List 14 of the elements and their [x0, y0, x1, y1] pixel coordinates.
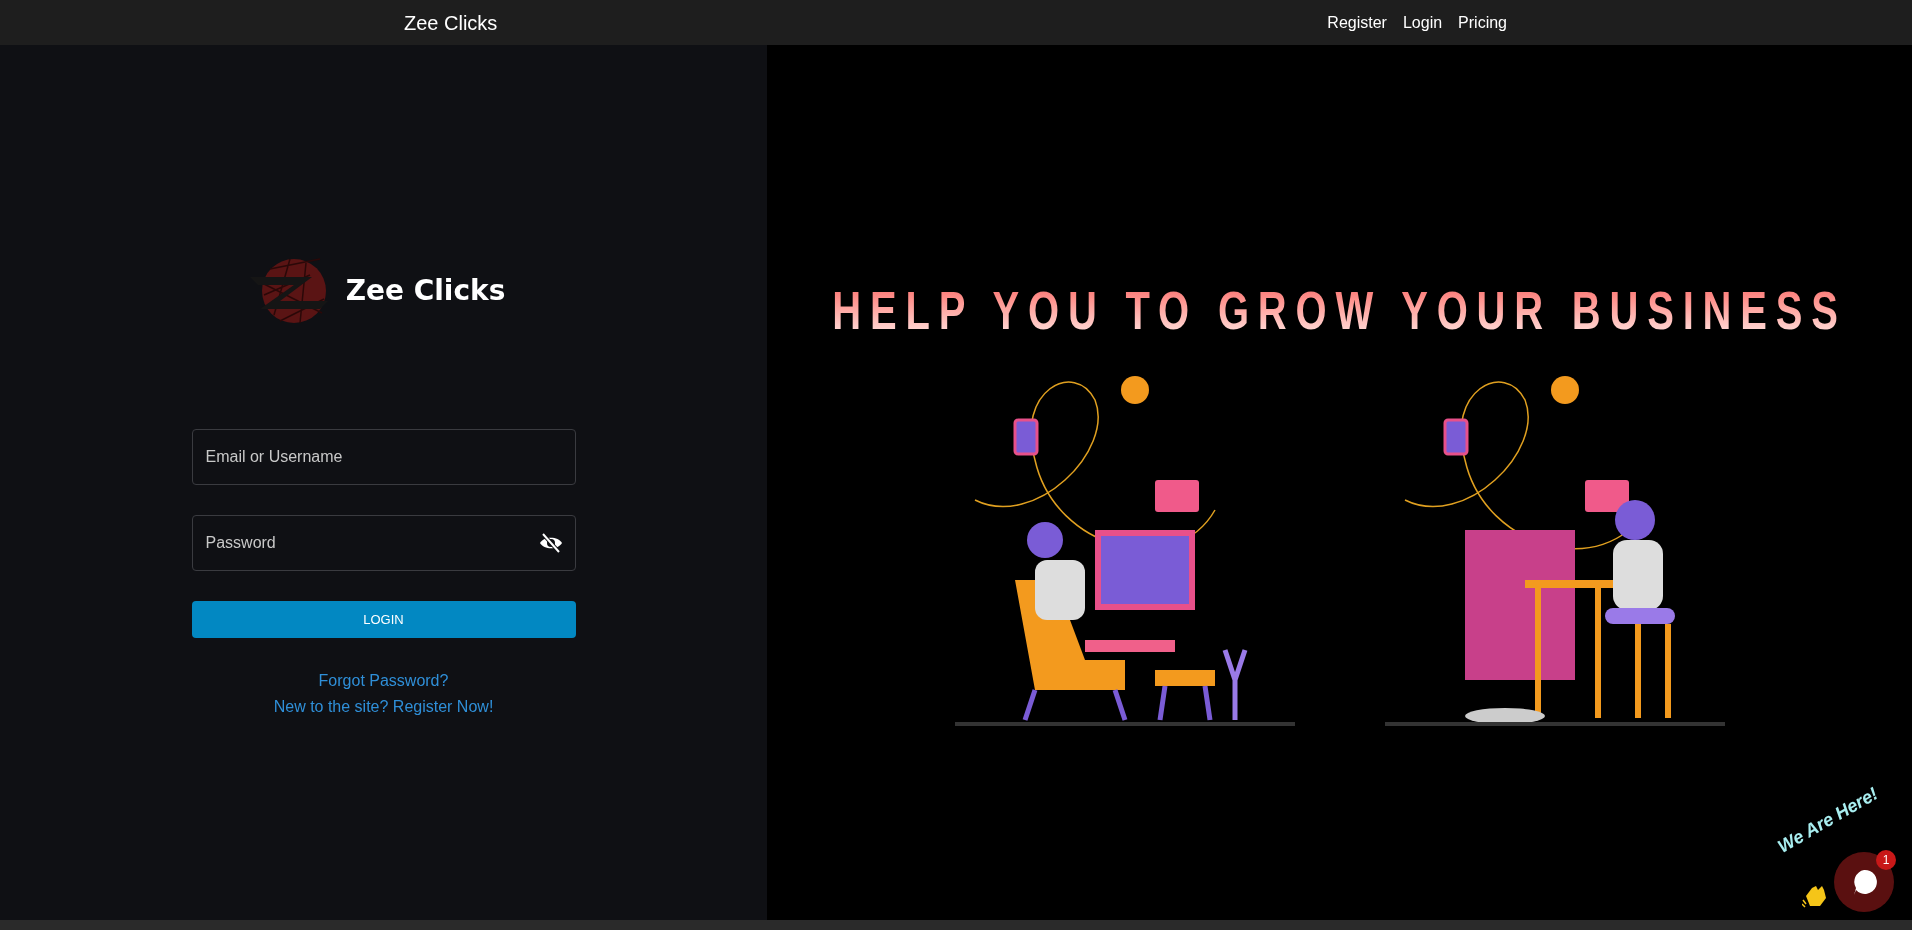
- navbar-brand[interactable]: Zee Clicks: [404, 7, 498, 38]
- waving-hand-icon: [1802, 884, 1828, 908]
- eye-slash-icon[interactable]: [538, 533, 563, 553]
- password-field[interactable]: Password: [191, 515, 576, 571]
- nav-link[interactable]: Login: [1402, 10, 1443, 35]
- logo-text: Zee Clicks: [345, 273, 506, 309]
- login-button[interactable]: LOGIN: [191, 601, 576, 638]
- notification-badge: 1: [1876, 850, 1896, 870]
- nav-link[interactable]: Pricing: [1458, 10, 1507, 35]
- register-link[interactable]: New to the site? Register Now!: [273, 695, 494, 719]
- nav-link[interactable]: Register: [1327, 10, 1387, 35]
- chat-button[interactable]: 1: [1834, 852, 1894, 912]
- forgot-password-link[interactable]: Forgot Password?: [318, 669, 449, 693]
- email-field[interactable]: Email or Username: [191, 429, 576, 485]
